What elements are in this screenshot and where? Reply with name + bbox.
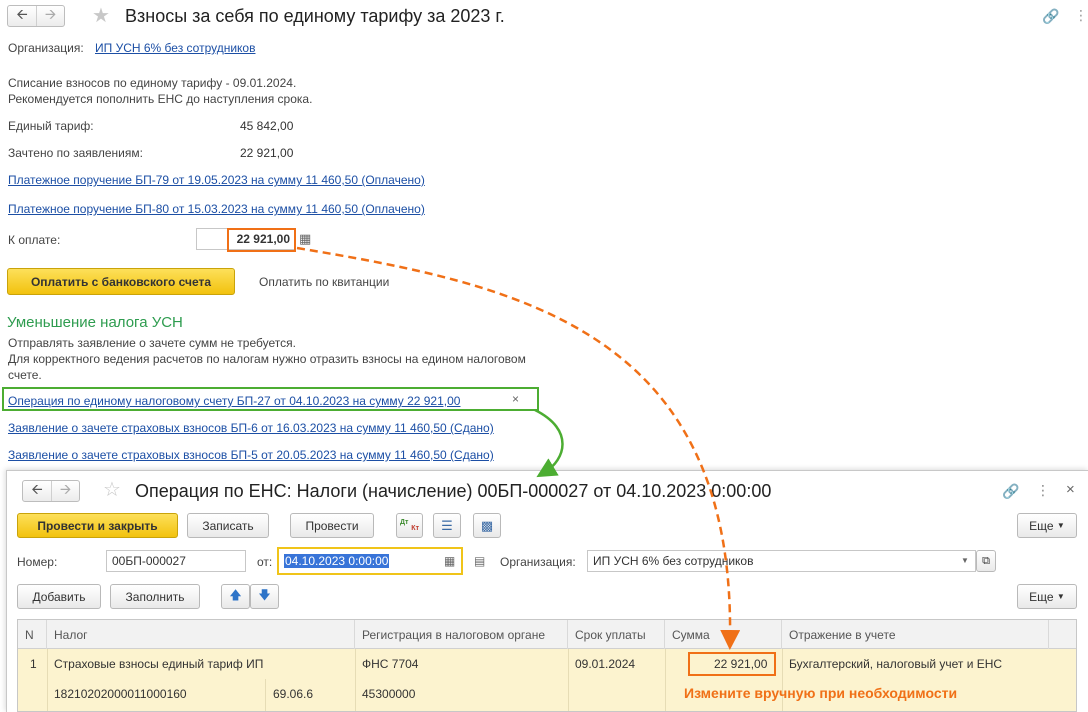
payment-order-link-1[interactable]: Платежное поручение БП-79 от 19.05.2023 … [8,173,425,187]
move-up-icon[interactable]: 🡅 [221,584,250,609]
doc-org-field[interactable]: ИП УСН 6% без сотрудников [587,550,976,572]
dt-label: Дт [400,518,409,526]
annotation-note: Измените вручную при необходимости [684,685,958,701]
row-article[interactable]: 69.06.6 [273,687,313,701]
pay-bank-button[interactable]: Оплатить с банковского счета [7,268,235,295]
date-field[interactable]: 04.10.2023 0:00:00 [277,547,463,575]
more-button-label: Еще [1029,518,1054,533]
to-pay-label: К оплате: [8,233,61,247]
dt-kt-button[interactable]: Дт Кт [396,513,423,538]
close-icon[interactable]: × [512,393,519,405]
info-line-1: Списание взносов по единому тарифу - 09.… [8,76,297,90]
table-header: N Налог Регистрация в налоговом органе С… [18,620,1076,649]
payment-order-link-2[interactable]: Платежное поручение БП-80 от 15.03.2023 … [8,202,425,216]
row-divider [265,679,266,711]
row-kbk[interactable]: 18210202000011000160 [54,687,187,701]
doc-org-value: ИП УСН 6% без сотрудников [593,554,754,568]
table-row[interactable]: 1 Страховые взносы единый тариф ИП 18210… [18,649,1076,711]
doc-link-icon[interactable]: 🔗 [1002,484,1019,498]
row-number: 1 [30,657,37,671]
row-divider [665,649,666,711]
col-amount[interactable]: Сумма [665,620,782,649]
date-from-label: от: [257,555,273,569]
row-reflection[interactable]: Бухгалтерский, налоговый учет и ЕНС [789,657,1002,671]
doc-org-label: Организация: [500,555,576,569]
statement-link-2[interactable]: Заявление о зачете страховых взносов БП-… [8,448,494,462]
calendar-icon[interactable]: ▦ [444,555,455,567]
number-label: Номер: [17,555,58,569]
doc-favorite-star-icon[interactable]: ☆ [103,480,121,500]
forward-arrow-icon[interactable]: 🡪 [36,6,64,26]
calculator-icon[interactable]: ▦ [299,232,311,245]
usn-text-3: счете. [8,368,42,382]
move-down-icon[interactable]: 🡇 [250,584,279,609]
fill-button[interactable]: Заполнить [110,584,200,609]
credited-value: 22 921,00 [240,146,294,160]
row-divider [47,649,48,711]
doc-forward-arrow-icon[interactable]: 🡪 [51,481,79,501]
menu-dots-icon[interactable]: ⋮ [1074,8,1088,22]
col-reflection[interactable]: Отражение в учете [782,620,1049,649]
doc-nav-buttons: 🡨 🡪 [22,480,80,502]
row-tax[interactable]: Страховые взносы единый тариф ИП [54,657,263,671]
org-label: Организация: [8,41,84,55]
page-title: Взносы за себя по единому тарифу за 2023… [125,6,505,26]
tariff-value: 45 842,00 [240,119,294,133]
col-n[interactable]: N [18,620,47,649]
structure-icon[interactable]: ▩ [473,513,501,538]
doc-back-arrow-icon[interactable]: 🡨 [23,481,51,501]
number-field[interactable]: 00БП-000027 [106,550,246,572]
document-title: Операция по ЕНС: Налоги (начисление) 00Б… [135,481,772,501]
statement-link-1[interactable]: Заявление о зачете страховых взносов БП-… [8,421,494,435]
row-registration[interactable]: ФНС 7704 [362,657,418,671]
table-more-chevron-icon: ▼ [1056,592,1065,601]
org-link[interactable]: ИП УСН 6% без сотрудников [95,41,255,55]
credited-label: Зачтено по заявлениям: [8,146,143,160]
comment-icon[interactable]: ▤ [474,555,485,567]
report-list-icon[interactable]: ☰ [433,513,461,538]
back-arrow-icon[interactable]: 🡨 [8,6,36,26]
green-arrow [534,408,564,478]
org-open-icon[interactable]: ⧉ [976,550,996,572]
ens-operation-link[interactable]: Операция по единому налоговому счету БП-… [8,394,460,408]
table-more-label: Еще [1029,589,1054,604]
link-icon[interactable]: 🔗 [1042,9,1059,23]
amount-highlight [688,652,776,676]
doc-close-icon[interactable]: × [1066,482,1075,497]
tariff-label: Единый тариф: [8,119,94,133]
usn-heading: Уменьшение налога УСН [7,314,183,331]
row-due-date[interactable]: 09.01.2024 [575,657,635,671]
org-dropdown-icon[interactable]: ▼ [961,557,969,565]
usn-text-2: Для корректного ведения расчетов по нало… [8,352,526,366]
row-oktmo[interactable]: 45300000 [362,687,415,701]
favorite-star-icon[interactable]: ★ [92,6,110,26]
add-row-button[interactable]: Добавить [17,584,101,609]
usn-text-1: Отправлять заявление о зачете сумм не тр… [8,336,296,350]
number-value: 00БП-000027 [112,554,186,568]
col-tax[interactable]: Налог [47,620,355,649]
row-divider [355,649,356,711]
col-registration[interactable]: Регистрация в налоговом органе [355,620,568,649]
post-and-close-button[interactable]: Провести и закрыть [17,513,178,538]
date-value: 04.10.2023 0:00:00 [284,554,390,568]
more-button[interactable]: Еще ▼ [1017,513,1077,538]
table-more-button[interactable]: Еще ▼ [1017,584,1077,609]
col-due[interactable]: Срок уплаты [568,620,665,649]
row-divider [782,649,783,711]
save-button[interactable]: Записать [187,513,269,538]
to-pay-highlight [227,228,296,252]
post-button[interactable]: Провести [290,513,374,538]
row-divider [568,649,569,711]
pay-receipt-link[interactable]: Оплатить по квитанции [259,275,389,289]
kt-label: Кт [411,524,419,532]
more-chevron-icon: ▼ [1056,521,1065,530]
main-nav-buttons: 🡨 🡪 [7,5,65,27]
info-line-2: Рекомендуется пополнить ЕНС до наступлен… [8,92,313,106]
doc-menu-dots-icon[interactable]: ⋮ [1036,483,1050,497]
